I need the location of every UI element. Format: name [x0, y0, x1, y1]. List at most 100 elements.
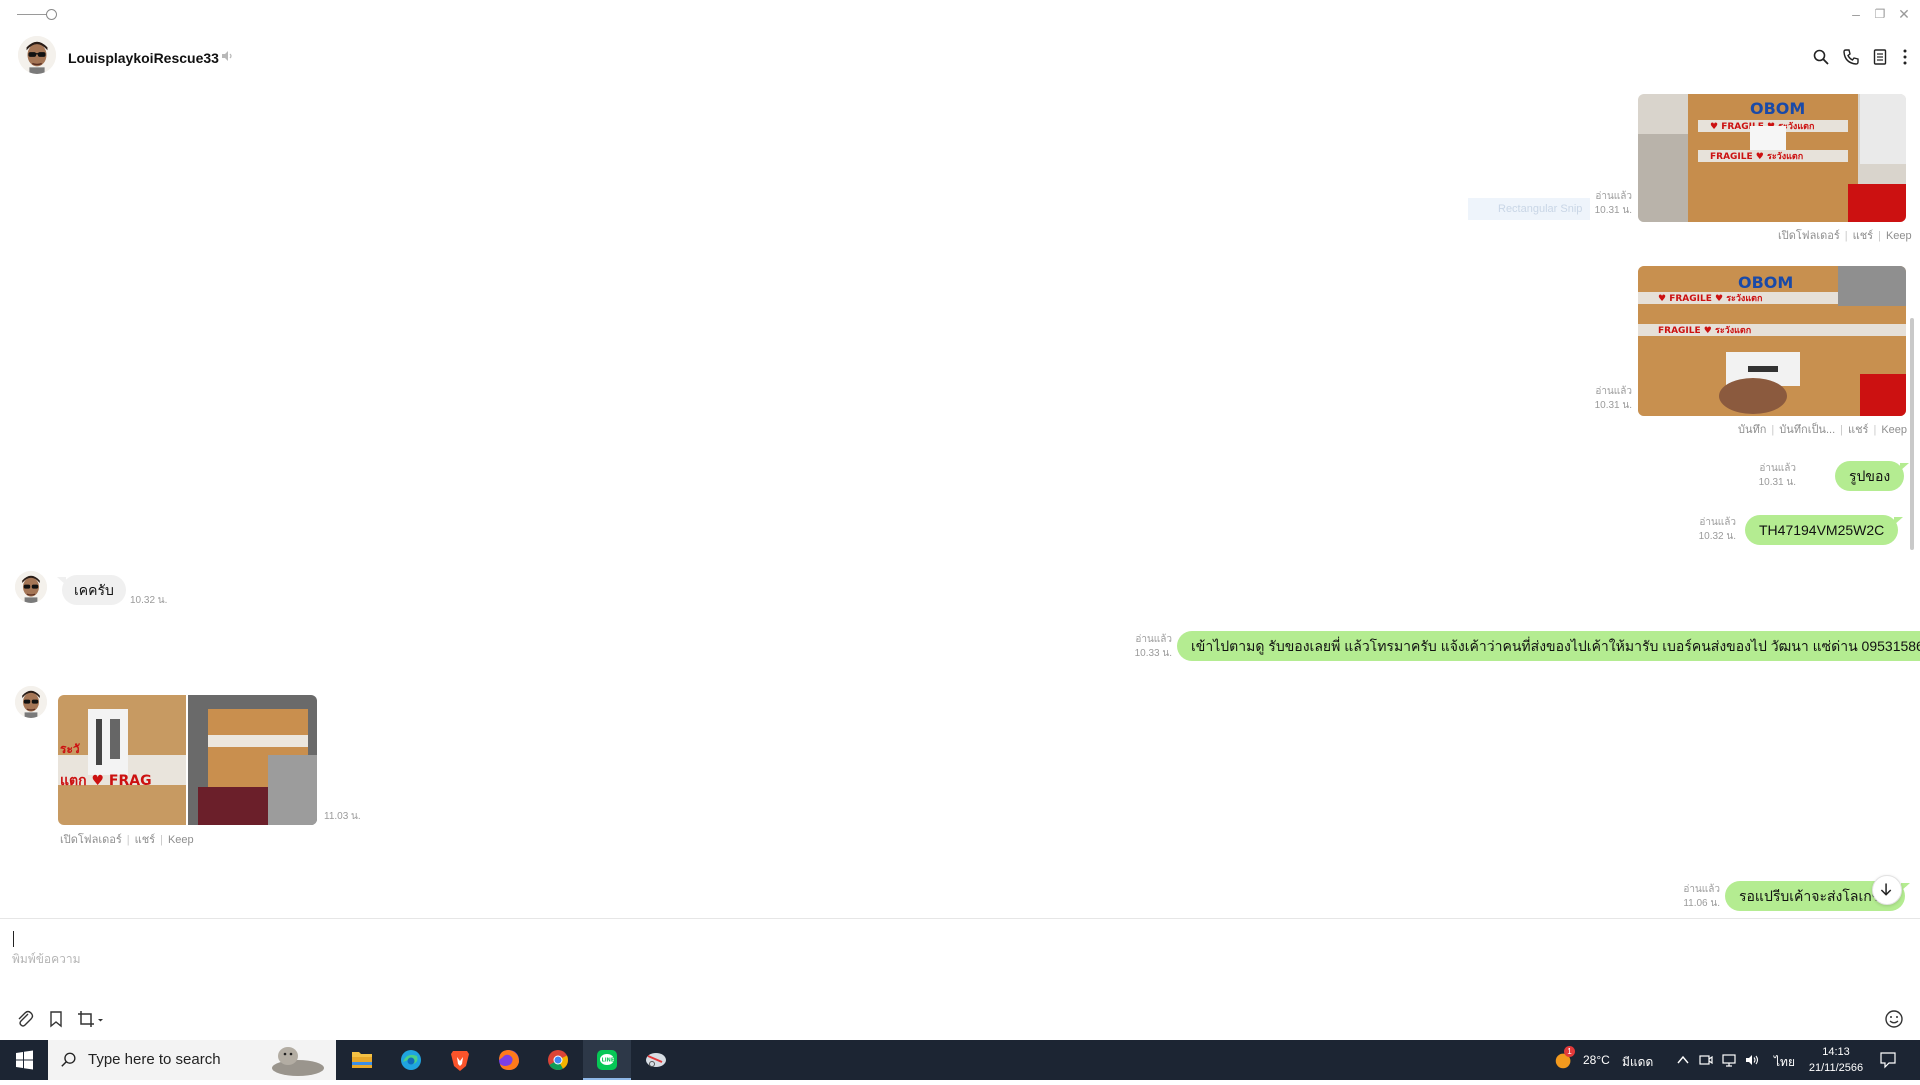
svg-text:ระวั: ระวั [60, 742, 81, 756]
svg-text:FRAGILE ♥ ระวังแตก: FRAGILE ♥ ระวังแตก [1658, 325, 1751, 336]
taskbar-line[interactable]: LINE [583, 1040, 631, 1080]
photo-message[interactable]: ♥ FRAGILE ♥ ระวังแตก FRAGILE ♥ ระวังแตก … [1638, 94, 1906, 222]
svg-text:LINE: LINE [602, 1058, 615, 1064]
screen-capture-icon[interactable] [76, 1009, 106, 1029]
open-folder-link[interactable]: เปิดโฟลเดอร์ [1778, 230, 1840, 242]
emoji-icon[interactable] [1884, 1009, 1904, 1029]
close-button[interactable]: ✕ [1893, 4, 1915, 24]
search-icon [61, 1052, 76, 1067]
windows-taskbar: Type here to search LINE 1 28°C มีแดด ไท… [0, 1040, 1920, 1080]
message-time: 10.31 น. [1758, 477, 1796, 488]
message-time: 10.31 น. [1594, 400, 1632, 411]
edge-browser-icon [401, 1050, 421, 1070]
package-photo: ♥ FRAGILE ♥ ระวังแตก FRAGILE ♥ ระวังแตก … [1638, 266, 1906, 416]
outgoing-message[interactable]: เข้าไปตามดู รับของเลยพี่ แล้วโทรมาครับ แ… [1177, 631, 1920, 661]
svg-text:OBOM: OBOM [1750, 99, 1805, 118]
contact-avatar[interactable] [18, 36, 56, 74]
svg-text:FRAGILE ♥ ระวังแตก: FRAGILE ♥ ระวังแตก [1710, 151, 1803, 162]
taskbar-file-explorer[interactable] [338, 1040, 386, 1080]
message-meta: อ่านแล้ว 10.33 น. [1120, 633, 1172, 661]
photo-message[interactable]: ♥ FRAGILE ♥ ระวังแตก FRAGILE ♥ ระวังแตก … [1638, 266, 1906, 416]
input-language-indicator[interactable]: ไทย [1774, 1053, 1795, 1072]
chat-title[interactable]: LouisplaykoiRescue33 [68, 50, 219, 66]
read-status: อ่านแล้ว [1595, 191, 1632, 202]
arrow-down-icon [1880, 883, 1892, 896]
save-link[interactable]: บันทึก [1738, 424, 1766, 436]
weather-description[interactable]: มีแดด [1622, 1053, 1653, 1072]
avatar-image [18, 36, 56, 74]
clock-date: 21/11/2566 [1808, 1062, 1864, 1074]
taskbar-chrome[interactable] [534, 1040, 582, 1080]
open-folder-link[interactable]: เปิดโฟลเดอร์ [60, 834, 122, 846]
contact-avatar[interactable] [15, 686, 47, 718]
save-as-link[interactable]: บันทึกเป็น... [1779, 424, 1835, 436]
read-status: อ่านแล้ว [1595, 386, 1632, 397]
search-placeholder: Type here to search [88, 1051, 221, 1068]
message-time: 10.33 น. [1134, 648, 1172, 659]
keep-link[interactable]: Keep [1881, 424, 1907, 436]
read-status: อ่านแล้ว [1683, 884, 1720, 895]
taskbar-snipping-tool[interactable] [632, 1040, 680, 1080]
phone-icon[interactable] [1842, 48, 1860, 66]
line-chat-window: – ❐ ✕ LouisplaykoiRescue33 Rectangular S… [0, 0, 1920, 1040]
svg-text:แตก ♥ FRAG: แตก ♥ FRAG [60, 773, 152, 789]
start-button[interactable] [0, 1040, 48, 1080]
firefox-browser-icon [499, 1050, 519, 1070]
outgoing-message[interactable]: TH47194VM25W2C [1745, 515, 1904, 545]
message-meta: อ่านแล้ว 10.31 น. [1740, 462, 1796, 490]
message-time: 10.32 น. [1698, 531, 1736, 542]
svg-text:OBOM: OBOM [1738, 273, 1793, 292]
scroll-to-bottom-button[interactable] [1872, 875, 1902, 905]
incoming-message[interactable]: เคครับ [57, 575, 126, 605]
photo-album-message[interactable]: แตก ♥ FRAG ระวั [58, 695, 317, 825]
message-list[interactable]: Rectangular Snip อ่านแล้ว 10.31 น. ♥ FRA… [0, 90, 1920, 918]
maximize-button[interactable]: ❐ [1869, 4, 1891, 24]
search-icon[interactable] [1812, 48, 1830, 66]
message-meta: อ่านแล้ว 10.32 น. [1680, 516, 1736, 544]
snip-tooltip-ghost: Rectangular Snip [1468, 198, 1590, 220]
windows-logo-icon [16, 1050, 33, 1070]
bookmark-icon[interactable] [46, 1009, 66, 1029]
read-status: อ่านแล้ว [1699, 517, 1736, 528]
minimize-button[interactable]: – [1845, 4, 1867, 24]
meet-now-icon[interactable] [1698, 1052, 1714, 1068]
weather-temperature[interactable]: 28°C [1583, 1053, 1610, 1067]
keep-link[interactable]: Keep [168, 834, 194, 846]
share-link[interactable]: แชร์ [1853, 230, 1873, 242]
brave-browser-icon [451, 1051, 469, 1071]
message-input[interactable] [12, 929, 1892, 989]
share-link[interactable]: แชร์ [1848, 424, 1868, 436]
message-time: 10.32 น. [130, 595, 168, 606]
avatar-image [15, 571, 47, 603]
clock-time: 14:13 [1822, 1046, 1850, 1058]
line-app-icon: LINE [597, 1050, 617, 1070]
attach-file-icon[interactable] [15, 1009, 35, 1029]
speaker-icon[interactable] [220, 49, 234, 63]
taskbar-search-box[interactable]: Type here to search [48, 1040, 336, 1080]
keep-link[interactable]: Keep [1886, 230, 1912, 242]
taskbar-clock[interactable]: 14:13 21/11/2566 [1808, 1044, 1864, 1076]
taskbar-firefox[interactable] [485, 1040, 533, 1080]
outgoing-message[interactable]: รูปของ [1835, 461, 1910, 491]
more-options-icon[interactable] [1896, 48, 1914, 66]
taskbar-brave[interactable] [436, 1040, 484, 1080]
volume-icon[interactable] [1744, 1052, 1760, 1068]
opacity-slider-knob[interactable] [46, 9, 57, 20]
network-icon[interactable] [1721, 1052, 1737, 1068]
notes-icon[interactable] [1871, 48, 1889, 66]
contact-avatar[interactable] [15, 571, 47, 603]
taskbar-edge[interactable] [387, 1040, 435, 1080]
photo-actions: เปิดโฟลเดอร์ | แชร์ | Keep [60, 834, 194, 846]
weather-badge: 1 [1564, 1046, 1575, 1057]
title-bar: – ❐ ✕ [0, 0, 1920, 28]
chevron-up-icon[interactable] [1676, 1053, 1690, 1067]
read-status: อ่านแล้ว [1759, 463, 1796, 474]
svg-text:♥ FRAGILE ♥ ระวังแตก: ♥ FRAGILE ♥ ระวังแตก [1658, 293, 1762, 304]
message-time: 11.03 น. [324, 811, 361, 822]
compose-area [0, 918, 1920, 1040]
notification-center-icon[interactable] [1878, 1050, 1898, 1070]
share-link[interactable]: แชร์ [135, 834, 155, 846]
folder-icon [352, 1052, 372, 1068]
message-meta: อ่านแล้ว 11.06 น. [1668, 883, 1720, 911]
message-scrollbar[interactable] [1910, 318, 1914, 550]
